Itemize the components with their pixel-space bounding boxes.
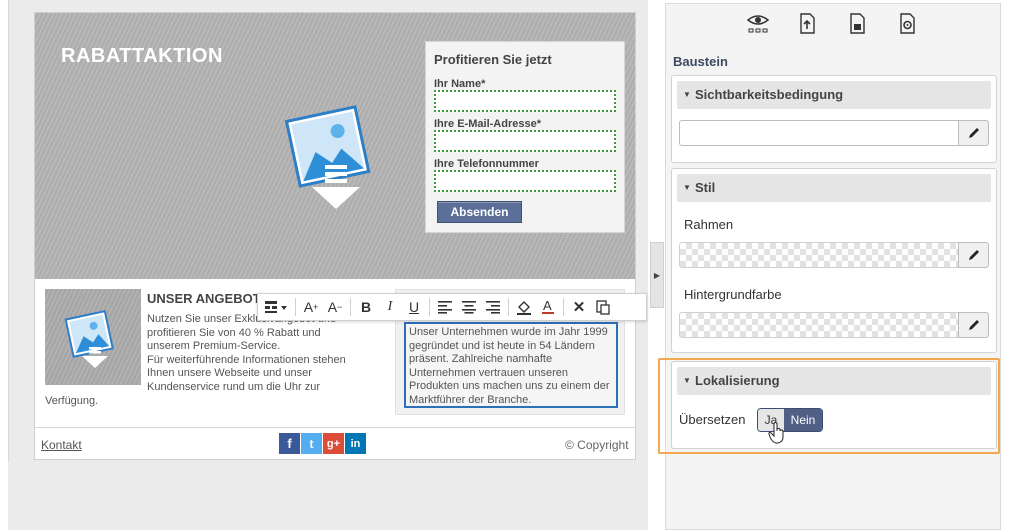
insert-block-icon[interactable] [262,296,292,318]
submit-button[interactable]: Absenden [437,201,522,223]
hero-title[interactable]: RABATTAKTION [61,45,223,68]
font-color-icon[interactable]: A [536,296,560,318]
edit-border-button[interactable] [958,242,989,268]
save-page-icon[interactable] [845,11,871,37]
collapse-triangle-icon: ▼ [683,183,691,192]
preview-icon[interactable] [745,11,771,37]
hero-banner[interactable]: RABATTAKTION Profitieren Sie jetzt Ihr N… [35,13,635,279]
visibility-title: Sichtbarkeitsbedingung [695,87,844,102]
underline-icon[interactable]: U [402,296,426,318]
editor-canvas: RABATTAKTION Profitieren Sie jetzt Ihr N… [8,0,648,530]
export-page-icon[interactable] [795,11,821,37]
offer-image[interactable] [45,289,141,385]
pencil-icon [968,320,979,330]
pencil-icon [968,128,979,138]
toolbar-separator [350,298,351,316]
align-center-icon[interactable] [457,296,481,318]
visibility-group: ▼ Sichtbarkeitsbedingung [671,75,997,163]
company-text[interactable]: Unser Unternehmen wurde im Jahr 1999 geg… [404,322,618,408]
align-left-icon[interactable] [433,296,457,318]
page-settings-icon[interactable] [895,11,921,37]
facebook-icon[interactable]: f [279,433,300,454]
background-color-input[interactable] [679,312,959,338]
visibility-header[interactable]: ▼ Sichtbarkeitsbedingung [677,81,991,109]
background-color-label: Hintergrundfarbe [684,287,782,302]
border-label: Rahmen [684,217,734,232]
font-shrink-icon[interactable]: A − [323,296,347,318]
paste-icon[interactable] [591,296,615,318]
phone-field[interactable] [434,170,616,192]
canvas-divider [8,0,9,462]
email-page[interactable]: RABATTAKTION Profitieren Sie jetzt Ihr N… [34,12,647,460]
contact-link[interactable]: Kontakt [41,438,82,452]
toolbar-separator [295,298,296,316]
font-grow-icon[interactable]: A + [299,296,323,318]
email-label: Ihre E-Mail-Adresse* [434,118,541,130]
remove-format-icon[interactable]: ✕ [567,296,591,318]
fill-color-icon[interactable] [512,296,536,318]
style-title: Stil [695,180,716,195]
offer-title[interactable]: UNSER ANGEBOT [147,291,261,306]
social-links: f t g+ in [279,433,366,454]
google-plus-icon[interactable]: g+ [323,433,344,454]
italic-icon[interactable]: I [378,296,402,318]
toolbar-separator [508,298,509,316]
offer-text[interactable]: Nutzen Sie unser Exklusivangebot und pro… [147,313,379,394]
image-placeholder-icon [64,310,114,368]
edit-background-button[interactable] [958,312,989,338]
text-format-toolbar: A + A − B I U A ✕ [257,293,647,321]
pencil-icon [968,250,979,260]
edit-visibility-button[interactable] [958,120,989,146]
style-group: ▼ Stil Rahmen Hintergrundfarbe [671,168,997,353]
toolbar-separator [429,298,430,316]
image-placeholder-icon[interactable] [285,103,375,213]
border-color-input[interactable] [679,242,959,268]
collapse-panel-handle[interactable]: ▶ [650,242,664,308]
signup-form[interactable]: Profitieren Sie jetzt Ihr Name* Ihre E-M… [425,41,625,233]
offer-text-tail[interactable]: Verfügung. [45,395,98,407]
localization-highlight [658,358,1000,454]
align-right-icon[interactable] [481,296,505,318]
linkedin-icon[interactable]: in [345,433,366,454]
form-title: Profitieren Sie jetzt [434,52,552,67]
toolbar-separator [563,298,564,316]
collapse-triangle-icon: ▼ [683,90,691,99]
section-heading: Baustein [673,54,728,69]
twitter-icon[interactable]: t [301,433,322,454]
name-field[interactable] [434,90,616,112]
phone-label: Ihre Telefonnummer [434,158,539,170]
name-label: Ihr Name* [434,78,486,90]
panel-toolbar [666,4,1000,44]
svg-text:A: A [543,298,552,313]
bold-icon[interactable]: B [354,296,378,318]
email-field[interactable] [434,130,616,152]
footer-divider [35,427,635,428]
style-header[interactable]: ▼ Stil [677,174,991,202]
copyright-text: © Copyright [565,438,629,452]
visibility-condition-input[interactable] [679,120,959,146]
